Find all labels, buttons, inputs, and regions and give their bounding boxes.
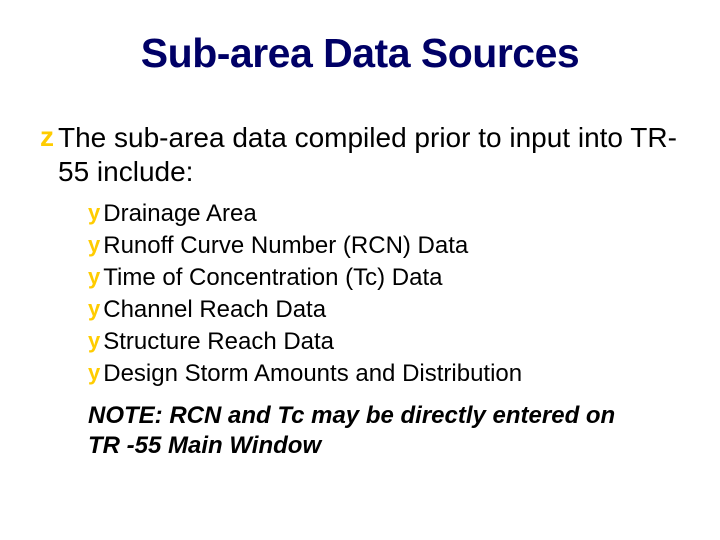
bullet-icon: y [88, 263, 100, 291]
slide-title: Sub-area Data Sources [40, 30, 680, 77]
bullet-icon: y [88, 231, 100, 259]
sub-bullet-text: Time of Concentration (Tc) Data [103, 263, 442, 293]
sub-bullet-item: y Design Storm Amounts and Distribution [88, 359, 680, 389]
sub-bullet-text: Channel Reach Data [103, 295, 326, 325]
sub-bullet-text: Design Storm Amounts and Distribution [103, 359, 522, 389]
sub-bullet-item: y Runoff Curve Number (RCN) Data [88, 231, 680, 261]
sub-bullet-group: y Drainage Area y Runoff Curve Number (R… [40, 199, 680, 389]
slide: Sub-area Data Sources z The sub-area dat… [0, 0, 720, 540]
bullet-level1: z The sub-area data compiled prior to in… [40, 121, 680, 189]
sub-bullet-text: Structure Reach Data [103, 327, 334, 357]
bullet-icon: y [88, 359, 100, 387]
bullet-icon: z [40, 121, 54, 153]
sub-bullet-item: y Structure Reach Data [88, 327, 680, 357]
sub-bullet-item: y Drainage Area [88, 199, 680, 229]
sub-bullet-item: y Channel Reach Data [88, 295, 680, 325]
sub-bullet-text: Drainage Area [103, 199, 256, 229]
bullet-icon: y [88, 327, 100, 355]
bullet-icon: y [88, 199, 100, 227]
note-text: NOTE: RCN and Tc may be directly entered… [40, 401, 680, 461]
slide-body: z The sub-area data compiled prior to in… [0, 121, 720, 461]
sub-bullet-text: Runoff Curve Number (RCN) Data [103, 231, 468, 261]
bullet-text: The sub-area data compiled prior to inpu… [58, 121, 680, 189]
bullet-icon: y [88, 295, 100, 323]
sub-bullet-item: y Time of Concentration (Tc) Data [88, 263, 680, 293]
